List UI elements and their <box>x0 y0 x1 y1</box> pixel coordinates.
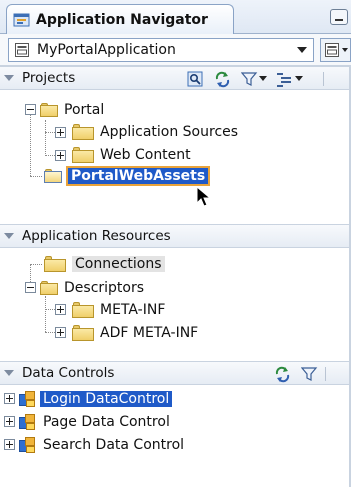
tree-item-label: META-INF <box>100 302 166 318</box>
application-navigator-tab[interactable]: Application Navigator <box>6 4 234 34</box>
folder-icon <box>72 302 94 318</box>
tree-item-adf-meta-inf[interactable]: ADF META-INF <box>72 323 198 343</box>
data-control-label: Page Data Control <box>43 414 170 430</box>
collapse-toggle[interactable] <box>25 282 36 293</box>
tree-item-label: Web Content <box>100 147 191 163</box>
tree-line <box>30 264 42 265</box>
expand-toggle[interactable] <box>4 416 15 427</box>
data-control-label: Search Data Control <box>43 437 185 453</box>
tree-line <box>45 296 46 332</box>
navigator-icon <box>13 13 30 26</box>
data-control-label: Login DataControl <box>40 391 173 407</box>
refresh-icon[interactable] <box>273 365 291 383</box>
tree-item-label: Descriptors <box>64 280 145 296</box>
collapse-icon[interactable] <box>4 370 14 376</box>
application-menu-button[interactable] <box>320 38 351 62</box>
filter-icon[interactable] <box>241 70 259 88</box>
tree-item-application-sources[interactable]: Application Sources <box>72 122 238 142</box>
expand-toggle[interactable] <box>55 150 66 161</box>
data-control-item[interactable]: Search Data Control <box>19 435 184 455</box>
folder-icon <box>44 256 66 272</box>
tree-item-label: Connections <box>72 256 165 272</box>
tree-item-portalwebassets[interactable]: PortalWebAssets <box>44 166 211 186</box>
expand-toggle[interactable] <box>55 127 66 138</box>
application-menu-icon <box>325 43 348 57</box>
folder-icon <box>72 325 94 341</box>
projects-header[interactable]: Projects <box>0 66 351 90</box>
folder-icon <box>40 103 58 117</box>
projects-title: Projects <box>22 70 76 86</box>
expand-toggle[interactable] <box>4 393 15 404</box>
application-icon <box>15 43 29 57</box>
tree-item-label: ADF META-INF <box>100 325 199 341</box>
tree-item-meta-inf[interactable]: META-INF <box>72 300 165 320</box>
tree-line <box>45 132 55 133</box>
find-icon[interactable] <box>186 70 204 88</box>
folder-icon <box>72 147 94 163</box>
chevron-down-icon <box>297 47 307 53</box>
tree-line <box>45 120 46 156</box>
tree-line <box>45 309 55 310</box>
tree-line <box>30 110 31 176</box>
expand-toggle[interactable] <box>4 439 15 450</box>
panel-title: Application Navigator <box>36 11 208 28</box>
data-control-icon <box>19 390 36 408</box>
tree-item-descriptors[interactable]: Descriptors <box>40 278 144 298</box>
application-dropdown[interactable]: MyPortalApplication <box>8 38 314 62</box>
toolbar-divider <box>323 72 324 86</box>
folder-icon <box>40 281 58 295</box>
tree-line <box>30 176 42 177</box>
data-controls-title: Data Controls <box>22 365 115 381</box>
data-control-icon <box>19 413 36 431</box>
tree-line <box>45 155 55 156</box>
filter-dropdown-icon[interactable] <box>258 70 268 88</box>
tree-item-web-content[interactable]: Web Content <box>72 145 191 165</box>
refresh-icon[interactable] <box>213 70 231 88</box>
folder-icon <box>44 169 62 183</box>
data-control-item[interactable]: Page Data Control <box>19 412 170 432</box>
data-controls-header[interactable]: Data Controls <box>0 361 351 385</box>
expand-toggle[interactable] <box>55 327 66 338</box>
toolbar-divider <box>325 367 326 381</box>
application-resources-header[interactable]: Application Resources <box>0 224 351 248</box>
mouse-cursor-icon <box>196 186 212 207</box>
application-resources-title: Application Resources <box>22 228 171 244</box>
minimize-icon[interactable] <box>330 9 348 25</box>
working-sets-icon[interactable] <box>276 70 294 88</box>
tree-item-label: Application Sources <box>100 124 239 140</box>
data-control-icon <box>19 436 36 454</box>
collapse-icon[interactable] <box>4 233 14 239</box>
tree-item-connections[interactable]: Connections <box>44 254 165 274</box>
data-control-item[interactable]: Login DataControl <box>19 389 173 409</box>
folder-icon <box>72 124 94 140</box>
selected-application: MyPortalApplication <box>37 42 176 58</box>
working-sets-dropdown-icon[interactable] <box>294 70 304 88</box>
collapse-icon[interactable] <box>4 75 14 81</box>
tree-item-label: PortalWebAssets <box>65 166 211 186</box>
tree-item-label: Portal <box>64 102 105 118</box>
filter-icon[interactable] <box>301 365 319 383</box>
collapse-toggle[interactable] <box>25 104 36 115</box>
tree-line <box>45 332 55 333</box>
expand-toggle[interactable] <box>55 304 66 315</box>
tree-item-portal[interactable]: Portal <box>40 100 104 120</box>
